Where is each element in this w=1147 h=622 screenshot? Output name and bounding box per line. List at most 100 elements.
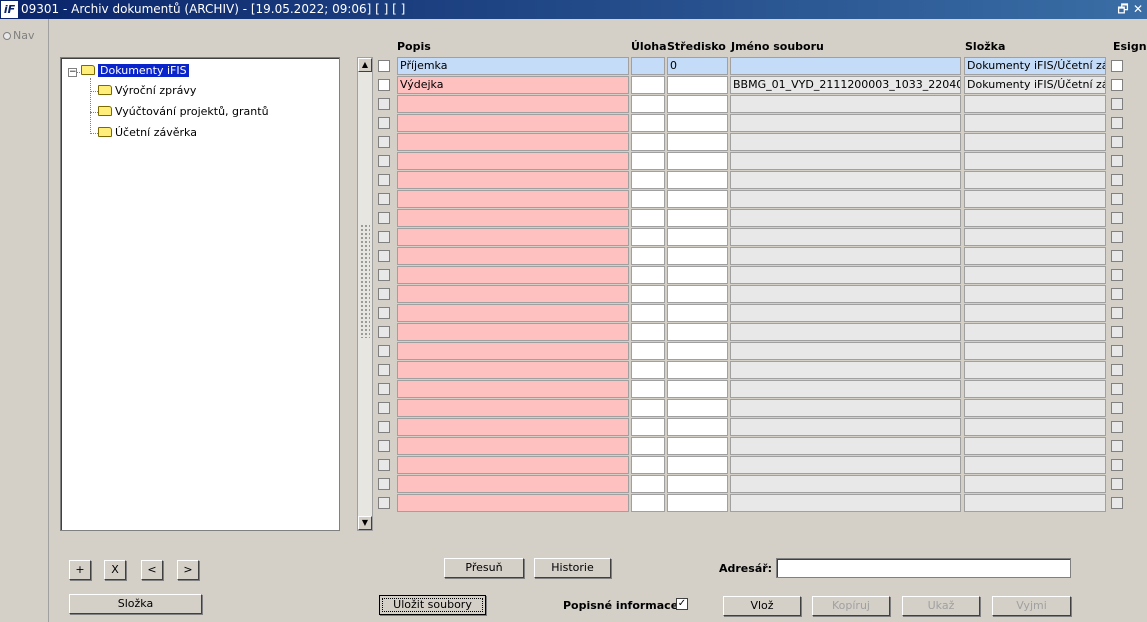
cell-jmeno-souboru[interactable] bbox=[730, 209, 961, 227]
cell-popis[interactable] bbox=[397, 95, 629, 113]
row-select-checkbox[interactable] bbox=[378, 402, 390, 414]
cell-jmeno-souboru[interactable] bbox=[730, 361, 961, 379]
table-row[interactable] bbox=[378, 361, 1138, 379]
esign-checkbox[interactable] bbox=[1111, 250, 1123, 262]
cell-stredisko[interactable] bbox=[667, 494, 728, 512]
esign-checkbox[interactable] bbox=[1111, 155, 1123, 167]
cell-popis[interactable] bbox=[397, 437, 629, 455]
cell-uloha[interactable] bbox=[631, 190, 665, 208]
cell-slozka[interactable] bbox=[964, 190, 1106, 208]
vloz-button[interactable]: Vlož bbox=[723, 596, 801, 616]
cell-jmeno-souboru[interactable] bbox=[730, 247, 961, 265]
cell-popis[interactable] bbox=[397, 323, 629, 341]
cell-uloha[interactable] bbox=[631, 247, 665, 265]
cell-uloha[interactable] bbox=[631, 342, 665, 360]
cell-slozka[interactable]: Dokumenty iFIS/Účetní závěrk bbox=[964, 76, 1106, 94]
cell-stredisko[interactable] bbox=[667, 361, 728, 379]
cell-slozka[interactable] bbox=[964, 456, 1106, 474]
table-row[interactable] bbox=[378, 437, 1138, 455]
esign-checkbox[interactable] bbox=[1111, 98, 1123, 110]
cell-jmeno-souboru[interactable] bbox=[730, 304, 961, 322]
esign-checkbox[interactable] bbox=[1111, 269, 1123, 281]
vyjmi-button[interactable]: Vyjmi bbox=[992, 596, 1071, 616]
cell-uloha[interactable] bbox=[631, 57, 665, 75]
table-row[interactable] bbox=[378, 323, 1138, 341]
cell-jmeno-souboru[interactable] bbox=[730, 418, 961, 436]
nav-tab[interactable]: Nav bbox=[3, 29, 34, 42]
cell-popis[interactable] bbox=[397, 494, 629, 512]
table-row[interactable] bbox=[378, 95, 1138, 113]
cell-slozka[interactable] bbox=[964, 475, 1106, 493]
cell-popis[interactable] bbox=[397, 475, 629, 493]
scroll-grip[interactable] bbox=[360, 224, 370, 338]
cell-slozka[interactable] bbox=[964, 228, 1106, 246]
cell-uloha[interactable] bbox=[631, 494, 665, 512]
cell-stredisko[interactable] bbox=[667, 266, 728, 284]
row-select-checkbox[interactable] bbox=[378, 421, 390, 433]
esign-checkbox[interactable] bbox=[1111, 117, 1123, 129]
row-select-checkbox[interactable] bbox=[378, 459, 390, 471]
cell-uloha[interactable] bbox=[631, 152, 665, 170]
cell-popis[interactable] bbox=[397, 266, 629, 284]
row-select-checkbox[interactable] bbox=[378, 117, 390, 129]
cell-stredisko[interactable] bbox=[667, 152, 728, 170]
cell-popis[interactable] bbox=[397, 114, 629, 132]
restore-icon[interactable]: 🗗 bbox=[1116, 0, 1130, 19]
row-select-checkbox[interactable] bbox=[378, 136, 390, 148]
esign-checkbox[interactable] bbox=[1111, 345, 1123, 357]
row-select-checkbox[interactable] bbox=[378, 383, 390, 395]
cell-stredisko[interactable] bbox=[667, 247, 728, 265]
historie-button[interactable]: Historie bbox=[534, 558, 611, 578]
cell-jmeno-souboru[interactable] bbox=[730, 133, 961, 151]
cell-popis[interactable] bbox=[397, 456, 629, 474]
kopiruj-button[interactable]: Kopíruj bbox=[812, 596, 890, 616]
tree-node-ucetni[interactable]: Účetní závěrka bbox=[98, 125, 197, 141]
cell-jmeno-souboru[interactable] bbox=[730, 456, 961, 474]
cell-popis[interactable] bbox=[397, 133, 629, 151]
cell-jmeno-souboru[interactable] bbox=[730, 95, 961, 113]
cell-slozka[interactable] bbox=[964, 380, 1106, 398]
cell-uloha[interactable] bbox=[631, 437, 665, 455]
cell-uloha[interactable] bbox=[631, 209, 665, 227]
esign-checkbox[interactable] bbox=[1111, 136, 1123, 148]
table-row[interactable] bbox=[378, 456, 1138, 474]
row-select-checkbox[interactable] bbox=[378, 79, 390, 91]
cell-popis[interactable] bbox=[397, 228, 629, 246]
cell-slozka[interactable] bbox=[964, 266, 1106, 284]
table-row[interactable] bbox=[378, 494, 1138, 512]
cell-slozka[interactable] bbox=[964, 95, 1106, 113]
esign-checkbox[interactable] bbox=[1111, 231, 1123, 243]
esign-checkbox[interactable] bbox=[1111, 421, 1123, 433]
row-select-checkbox[interactable] bbox=[378, 174, 390, 186]
table-row[interactable] bbox=[378, 114, 1138, 132]
table-row[interactable]: Výdejka BBMG_01_VYD_2111200003_1033_22040… bbox=[378, 76, 1138, 94]
table-row[interactable] bbox=[378, 399, 1138, 417]
cell-popis[interactable] bbox=[397, 361, 629, 379]
cell-jmeno-souboru[interactable] bbox=[730, 114, 961, 132]
cell-slozka[interactable] bbox=[964, 171, 1106, 189]
row-select-checkbox[interactable] bbox=[378, 98, 390, 110]
esign-checkbox[interactable] bbox=[1111, 79, 1123, 91]
remove-button[interactable]: X bbox=[104, 560, 126, 580]
presun-button[interactable]: Přesuň bbox=[444, 558, 524, 578]
table-row[interactable] bbox=[378, 418, 1138, 436]
folder-tree[interactable]: − Dokumenty iFIS Výroční zprávy Vyúčtová… bbox=[60, 57, 340, 531]
cell-jmeno-souboru[interactable] bbox=[730, 152, 961, 170]
grid-scrollbar[interactable]: ▲ ▼ bbox=[357, 57, 373, 531]
cell-slozka[interactable] bbox=[964, 152, 1106, 170]
cell-stredisko[interactable]: 0 bbox=[667, 57, 728, 75]
table-row[interactable] bbox=[378, 228, 1138, 246]
cell-uloha[interactable] bbox=[631, 475, 665, 493]
esign-checkbox[interactable] bbox=[1111, 326, 1123, 338]
cell-slozka[interactable] bbox=[964, 418, 1106, 436]
row-select-checkbox[interactable] bbox=[378, 288, 390, 300]
cell-jmeno-souboru[interactable] bbox=[730, 228, 961, 246]
esign-checkbox[interactable] bbox=[1111, 497, 1123, 509]
esign-checkbox[interactable] bbox=[1111, 212, 1123, 224]
cell-jmeno-souboru[interactable] bbox=[730, 380, 961, 398]
cell-popis[interactable] bbox=[397, 247, 629, 265]
cell-jmeno-souboru[interactable] bbox=[730, 494, 961, 512]
cell-stredisko[interactable] bbox=[667, 76, 728, 94]
cell-stredisko[interactable] bbox=[667, 323, 728, 341]
cell-popis[interactable] bbox=[397, 380, 629, 398]
